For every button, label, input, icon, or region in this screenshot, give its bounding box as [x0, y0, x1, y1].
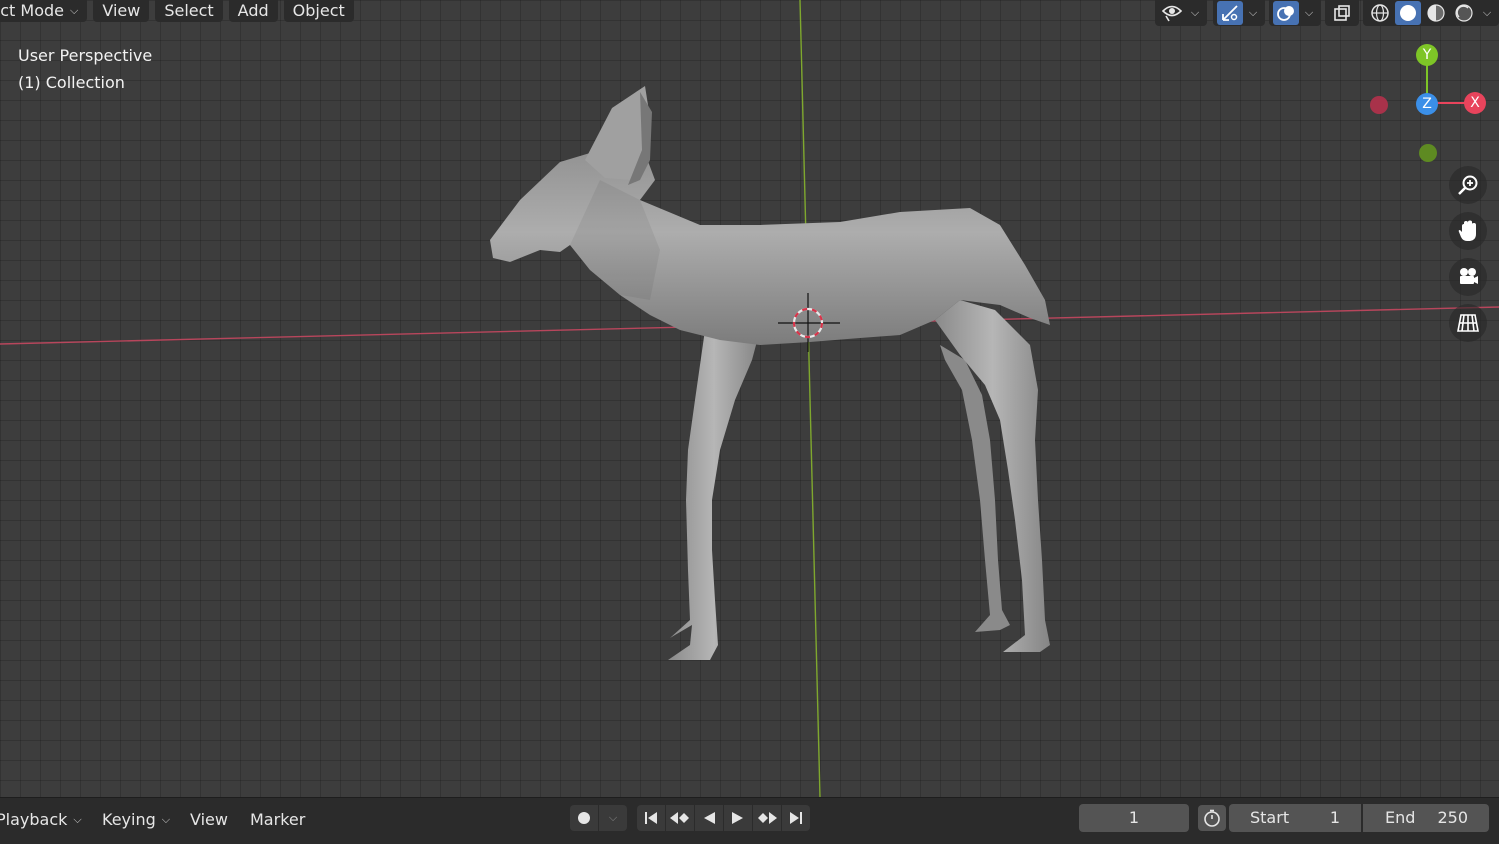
overlays-toggle-icon[interactable]: [1273, 1, 1299, 25]
menu-playback[interactable]: Playback ⌵: [0, 806, 82, 834]
gizmo-z-axis[interactable]: Z: [1416, 93, 1438, 115]
current-frame-field[interactable]: 1: [1079, 804, 1189, 832]
3d-viewport[interactable]: Object Mode ⌵ View Select Add Object Use…: [0, 0, 1499, 797]
chevron-down-icon[interactable]: ⌵: [1479, 1, 1495, 25]
chevron-down-icon[interactable]: ⌵: [1301, 1, 1317, 25]
material-preview-icon[interactable]: [1423, 1, 1449, 25]
stopwatch-icon[interactable]: [1198, 805, 1226, 831]
start-frame-label: Start: [1250, 808, 1290, 827]
menu-object[interactable]: Object: [283, 0, 354, 22]
chevron-down-icon: ⌵: [70, 4, 79, 17]
rendered-shading-icon[interactable]: [1451, 1, 1477, 25]
zoom-icon[interactable]: [1449, 166, 1487, 204]
mode-selector-label: Object Mode: [0, 1, 64, 20]
menu-timeline-view[interactable]: View: [190, 806, 228, 834]
solid-shading-icon[interactable]: [1395, 1, 1421, 25]
active-collection: (1) Collection: [18, 73, 125, 92]
viewport-scene: [0, 0, 1499, 797]
menu-keying[interactable]: Keying ⌵: [102, 806, 170, 834]
play-icon[interactable]: [724, 805, 752, 831]
xray-toggle-icon[interactable]: [1329, 1, 1355, 25]
deer-mesh: [490, 86, 1050, 660]
chevron-down-icon: ⌵: [161, 813, 171, 826]
wireframe-shading-icon[interactable]: [1367, 1, 1393, 25]
record-button[interactable]: [570, 805, 598, 831]
gizmo-y-axis[interactable]: Y: [1416, 44, 1438, 66]
pan-hand-icon[interactable]: [1449, 212, 1487, 250]
gizmo-toggle-icon[interactable]: [1217, 1, 1243, 25]
menu-marker[interactable]: Marker: [250, 806, 305, 834]
visibility-eye-icon[interactable]: [1159, 1, 1185, 25]
chevron-down-icon[interactable]: ⌵: [1187, 1, 1203, 25]
start-frame-value: 1: [1329, 808, 1340, 827]
menu-view[interactable]: View: [93, 0, 150, 22]
current-frame-value: 1: [1128, 808, 1140, 827]
y-axis-line: [799, 0, 821, 797]
view-name: User Perspective: [18, 46, 153, 65]
camera-view-icon[interactable]: [1449, 258, 1487, 296]
end-frame-label: End: [1385, 808, 1416, 827]
end-frame-field[interactable]: End 250: [1363, 804, 1489, 832]
gizmo-x-axis[interactable]: X: [1464, 92, 1486, 114]
menu-select[interactable]: Select: [155, 0, 223, 22]
start-frame-field[interactable]: Start 1: [1229, 804, 1361, 832]
viewport-header: Object Mode ⌵ View Select Add Object: [0, 0, 354, 22]
play-reverse-icon[interactable]: [695, 805, 723, 831]
gizmo-neg-y-axis[interactable]: [1419, 144, 1437, 162]
menu-keying-label: Keying: [102, 810, 156, 829]
viewport-header-right: ⌵ ⌵ ⌵ ⌵: [1155, 0, 1499, 26]
mode-selector[interactable]: Object Mode ⌵: [0, 0, 88, 22]
jump-end-icon[interactable]: [782, 805, 810, 831]
gizmo-neg-x-axis[interactable]: [1370, 96, 1388, 114]
chevron-down-icon: ⌵: [73, 813, 82, 826]
jump-start-icon[interactable]: [637, 805, 665, 831]
timeline-bar: Playback ⌵ Keying ⌵ View Marker ⌵ 1 Star…: [0, 797, 1499, 844]
menu-playback-label: Playback: [0, 810, 68, 829]
prev-keyframe-icon[interactable]: [666, 805, 694, 831]
next-keyframe-icon[interactable]: [753, 805, 781, 831]
record-options-chevron-icon[interactable]: ⌵: [599, 805, 627, 831]
menu-add[interactable]: Add: [228, 0, 278, 22]
end-frame-value: 250: [1437, 808, 1468, 827]
chevron-down-icon[interactable]: ⌵: [1245, 1, 1261, 25]
ortho-grid-icon[interactable]: [1449, 304, 1487, 342]
viewport-info: User Perspective (1) Collection: [18, 42, 152, 96]
